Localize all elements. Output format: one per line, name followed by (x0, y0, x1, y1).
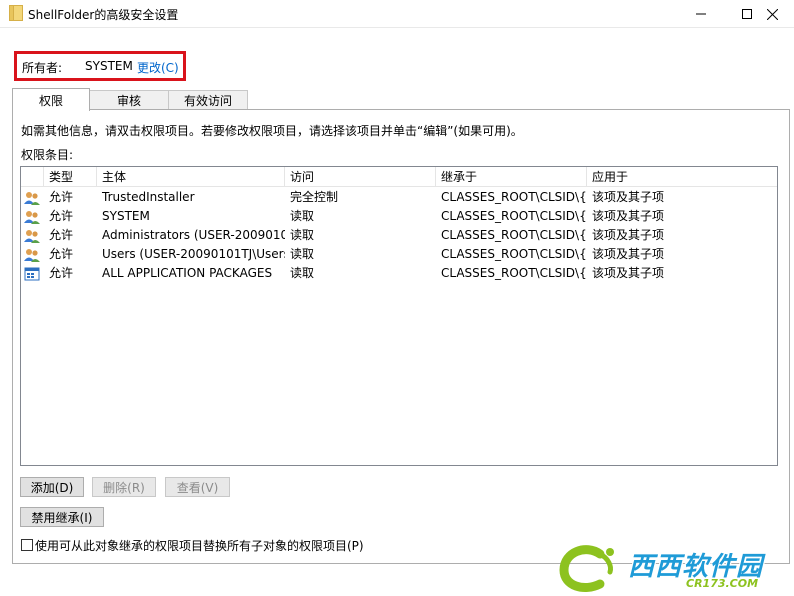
title-bar: ShellFolder的高级安全设置 (0, 0, 794, 28)
column-icon (21, 167, 44, 187)
folder-icon (9, 5, 23, 21)
replace-child-permissions-label: 使用可从此对象继承的权限项目替换所有子对象的权限项目(P) (35, 539, 364, 553)
cell-inherited-from: CLASSES_ROOT\CLSID\{6... (441, 190, 587, 204)
cell-type: 允许 (49, 228, 74, 242)
tab-permissions[interactable]: 权限 (12, 88, 90, 111)
cell-access: 读取 (290, 266, 315, 280)
cell-access: 读取 (290, 228, 315, 242)
tab-auditing[interactable]: 审核 (89, 90, 169, 110)
column-inherited-from[interactable]: 继承于 (436, 167, 587, 187)
cell-principal: TrustedInstaller (102, 190, 195, 204)
minimize-button[interactable] (678, 0, 724, 28)
cell-inherited-from: CLASSES_ROOT\CLSID\{6... (441, 247, 587, 261)
cell-principal: SYSTEM (102, 209, 150, 223)
cell-applies-to: 该项及其子项 (592, 247, 665, 261)
tab-label: 审核 (116, 94, 141, 108)
column-principal[interactable]: 主体 (97, 167, 285, 187)
watermark-subtext: CR173.COM (686, 577, 759, 590)
close-button[interactable] (750, 0, 794, 28)
tab-effective-access[interactable]: 有效访问 (168, 90, 248, 110)
cell-access: 读取 (290, 209, 315, 223)
users-group-icon (24, 209, 40, 225)
cell-applies-to: 该项及其子项 (592, 266, 665, 280)
tab-label: 权限 (38, 93, 63, 108)
cell-applies-to: 该项及其子项 (592, 228, 665, 242)
column-access[interactable]: 访问 (285, 167, 436, 187)
watermark-c-icon (559, 545, 614, 592)
watermark-logo: 西西软件园 CR173.COM (556, 542, 794, 596)
table-row[interactable]: 允许 SYSTEM 读取 CLASSES_ROOT\CLSID\{6... 该项… (21, 207, 777, 226)
table-row[interactable]: 允许 TrustedInstaller 完全控制 CLASSES_ROOT\CL… (21, 188, 777, 207)
cell-principal: Administrators (USER-20090101... (102, 228, 285, 242)
table-row[interactable]: 允许 Users (USER-20090101TJ\Users) 读取 CLAS… (21, 245, 777, 264)
column-applies-to[interactable]: 应用于 (587, 167, 777, 187)
table-row[interactable]: 允许 ALL APPLICATION PACKAGES 读取 CLASSES_R… (21, 264, 777, 283)
remove-button[interactable]: 删除(R) (92, 477, 156, 497)
permission-entries-list[interactable]: 类型 主体 访问 继承于 应用于 允许 TrustedInstaller 完全控… (20, 166, 778, 466)
cell-type: 允许 (49, 247, 74, 261)
permission-entries-label: 权限条目: (21, 148, 74, 162)
table-row[interactable]: 允许 Administrators (USER-20090101... 读取 C… (21, 226, 777, 245)
window-title: ShellFolder的高级安全设置 (28, 8, 179, 22)
users-group-icon (24, 247, 40, 263)
list-header: 类型 主体 访问 继承于 应用于 (21, 167, 777, 187)
view-button[interactable]: 查看(V) (165, 477, 230, 497)
highlight-annotation (14, 51, 186, 81)
column-type[interactable]: 类型 (44, 167, 97, 187)
cell-principal: ALL APPLICATION PACKAGES (102, 266, 273, 280)
cell-type: 允许 (49, 190, 74, 204)
cell-inherited-from: CLASSES_ROOT\CLSID\{6... (441, 266, 587, 280)
disable-inheritance-button[interactable]: 禁用继承(I) (20, 507, 104, 527)
users-group-icon (24, 228, 40, 244)
replace-child-permissions-checkbox[interactable] (21, 539, 33, 551)
app-packages-icon (24, 266, 40, 282)
permissions-description: 如需其他信息，请双击权限项目。若要修改权限项目，请选择该项目并单击“编辑”(如果… (21, 124, 523, 138)
add-button[interactable]: 添加(D) (20, 477, 84, 497)
cell-applies-to: 该项及其子项 (592, 209, 665, 223)
cell-inherited-from: CLASSES_ROOT\CLSID\{6... (441, 209, 587, 223)
cell-type: 允许 (49, 209, 74, 223)
cell-inherited-from: CLASSES_ROOT\CLSID\{6... (441, 228, 587, 242)
cell-access: 读取 (290, 247, 315, 261)
tab-label: 有效访问 (183, 94, 232, 108)
cell-access: 完全控制 (290, 190, 339, 204)
cell-type: 允许 (49, 266, 74, 280)
cell-principal: Users (USER-20090101TJ\Users) (102, 247, 285, 261)
users-group-icon (24, 190, 40, 206)
cell-applies-to: 该项及其子项 (592, 190, 665, 204)
